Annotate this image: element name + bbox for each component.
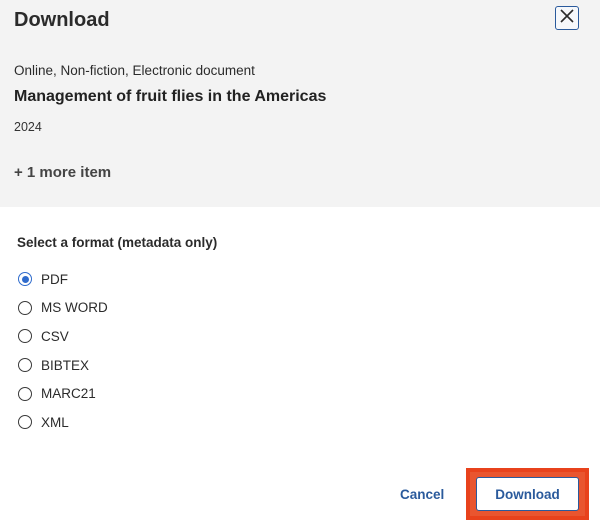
format-radio-group: PDF MS WORD CSV BIBTEX MARC21 XML xyxy=(18,265,108,437)
close-button[interactable] xyxy=(555,6,579,30)
radio-button[interactable] xyxy=(18,415,32,430)
download-button[interactable]: Download xyxy=(476,477,579,511)
cancel-button[interactable]: Cancel xyxy=(400,487,444,502)
radio-button[interactable] xyxy=(18,386,32,401)
format-option-ms-word[interactable]: MS WORD xyxy=(18,294,108,323)
format-label: Select a format (metadata only) xyxy=(17,235,218,250)
format-option-label: MS WORD xyxy=(41,300,108,316)
format-option-label: BIBTEX xyxy=(41,357,90,373)
format-option-label: MARC21 xyxy=(41,386,96,402)
radio-button[interactable] xyxy=(18,329,32,344)
radio-button[interactable] xyxy=(18,358,32,373)
format-option-label: PDF xyxy=(41,271,68,287)
item-title: Management of fruit flies in the America… xyxy=(14,88,327,105)
format-option-csv[interactable]: CSV xyxy=(18,322,108,351)
format-option-bibtex[interactable]: BIBTEX xyxy=(18,351,108,380)
format-option-label: CSV xyxy=(41,328,69,344)
radio-button[interactable] xyxy=(18,300,32,315)
format-option-label: XML xyxy=(41,414,69,430)
format-option-xml[interactable]: XML xyxy=(18,408,108,437)
format-option-marc21[interactable]: MARC21 xyxy=(18,379,108,408)
format-option-pdf[interactable]: PDF xyxy=(18,265,108,294)
dialog-header: Download Online, Non-fiction, Electronic… xyxy=(0,0,600,207)
item-year: 2024 xyxy=(14,120,42,134)
close-icon xyxy=(559,8,575,29)
dialog-title: Download xyxy=(14,9,110,31)
radio-button[interactable] xyxy=(18,272,32,287)
more-items-link[interactable]: + 1 more item xyxy=(14,164,111,181)
item-type: Online, Non-fiction, Electronic document xyxy=(14,63,255,78)
download-dialog: Download Online, Non-fiction, Electronic… xyxy=(0,0,600,521)
